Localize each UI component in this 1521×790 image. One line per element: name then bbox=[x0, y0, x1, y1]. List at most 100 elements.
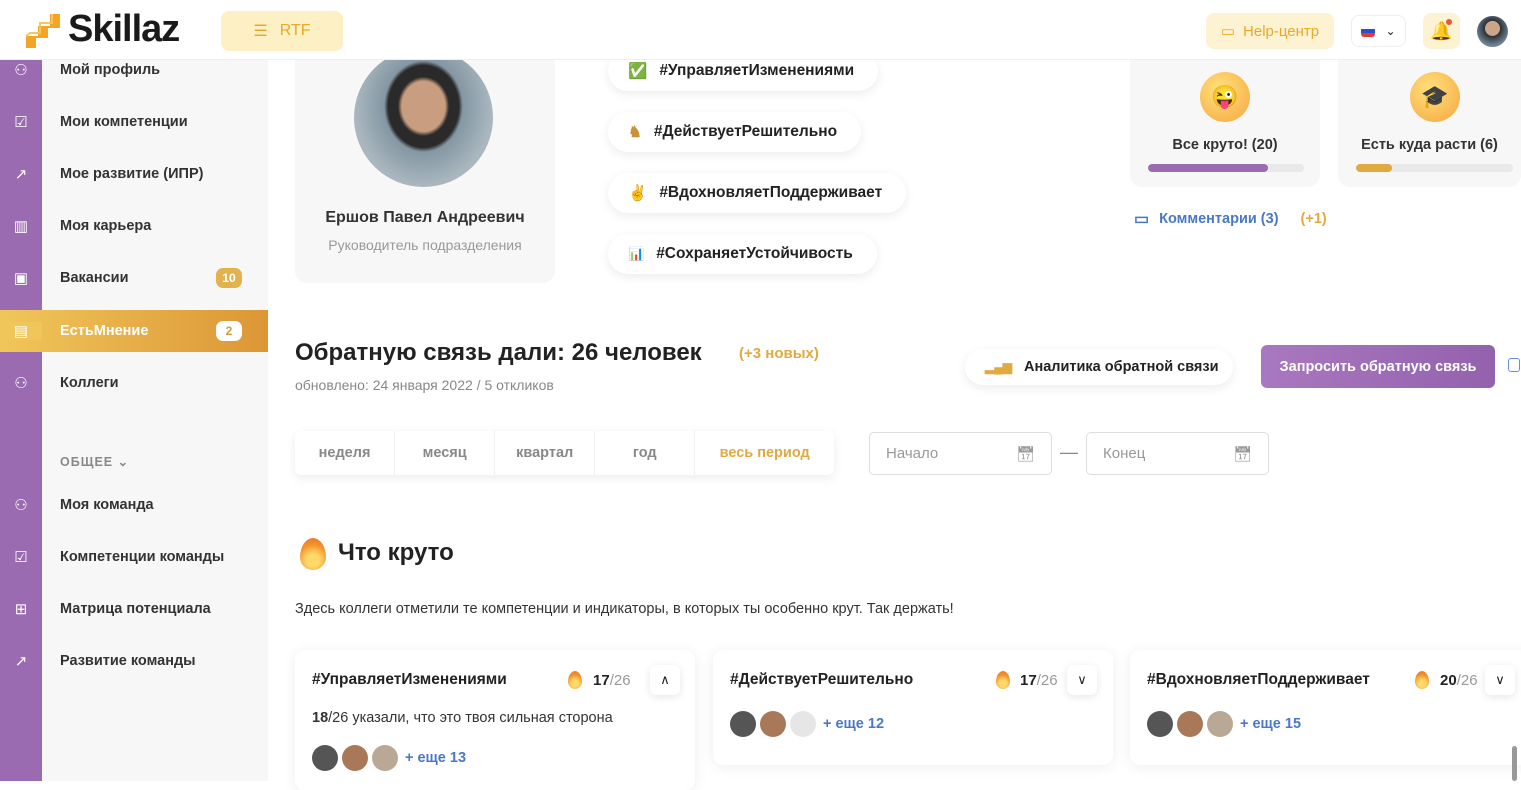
avatar bbox=[342, 745, 368, 771]
expand-button[interactable]: ∨ bbox=[1485, 665, 1515, 695]
more-link[interactable]: + еще 15 bbox=[1240, 716, 1301, 732]
card-detail: 18/26 указали, что это твоя сильная стор… bbox=[312, 710, 613, 726]
period-year[interactable]: год bbox=[595, 431, 696, 475]
card-title: #ВдохновляетПоддерживает bbox=[1147, 671, 1370, 688]
sidebar-item-vacancies[interactable]: ▣ Вакансии 10 bbox=[0, 257, 268, 299]
end-date-input[interactable]: Конец 📅︎ bbox=[1086, 432, 1269, 475]
rating-progress-bar bbox=[1148, 164, 1304, 172]
rating-label: Есть куда расти (6) bbox=[1361, 137, 1498, 153]
start-date-placeholder: Начало bbox=[886, 445, 939, 462]
help-center-button[interactable]: ▭ Help-центр bbox=[1206, 13, 1334, 49]
avatar bbox=[312, 745, 338, 771]
avatar bbox=[1147, 711, 1173, 737]
sidebar-item-label: Матрица потенциала bbox=[60, 601, 211, 617]
copy-icon[interactable] bbox=[1508, 358, 1520, 372]
avatar-group[interactable]: + еще 13 bbox=[312, 745, 466, 771]
period-week[interactable]: неделя bbox=[295, 431, 396, 475]
chat-icon: ▭ bbox=[1220, 23, 1236, 40]
chevron-up-icon: ∧ bbox=[660, 672, 670, 687]
feedback-analytics-button[interactable]: ▂▄▆ Аналитика обратной связи bbox=[965, 349, 1233, 385]
team-icon: ⚇ bbox=[14, 497, 28, 514]
profile-photo bbox=[354, 48, 493, 187]
section-common-toggle[interactable]: ОБЩЕЕ ⌄ bbox=[60, 454, 129, 469]
avatar bbox=[1177, 711, 1203, 737]
comments-new: (+1) bbox=[1300, 211, 1327, 227]
chess-emoji-icon: ♞ bbox=[628, 123, 642, 141]
sidebar-item-label: Развитие команды bbox=[60, 653, 196, 669]
sidebar-item-label: Компетенции команды bbox=[60, 549, 225, 565]
comments-label: Комментарии (3) bbox=[1159, 211, 1279, 227]
tag-label: #СохраняетУстойчивость bbox=[656, 245, 853, 262]
chart-icon: ▥ bbox=[13, 218, 29, 235]
avatar bbox=[1207, 711, 1233, 737]
trend-icon: ↗ bbox=[14, 166, 28, 183]
feedback-new-count: (+3 новых) bbox=[739, 345, 819, 362]
period-month[interactable]: месяц bbox=[395, 431, 496, 475]
avatar-placeholder bbox=[790, 711, 816, 737]
sidebar-item-my-career[interactable]: ▥ Моя карьера bbox=[0, 205, 268, 247]
avatar-group[interactable]: + еще 12 bbox=[730, 711, 884, 737]
logo-text[interactable]: Skillaz bbox=[68, 8, 180, 51]
more-link[interactable]: + еще 13 bbox=[405, 750, 466, 766]
flame-icon bbox=[568, 671, 582, 689]
sidebar-item-my-competencies[interactable]: ☑ Мои компетенции bbox=[0, 101, 268, 143]
feedback-title: Обратную связь дали: 26 человек bbox=[295, 339, 702, 366]
bar-chart-emoji-icon: 📊 bbox=[628, 246, 645, 261]
request-feedback-button[interactable]: Запросить обратную связь bbox=[1261, 345, 1495, 388]
users-icon: ⚇ bbox=[14, 375, 28, 392]
signal-bars-icon: ▂▄▆ bbox=[985, 360, 1012, 374]
flame-icon bbox=[300, 538, 326, 570]
calendar-icon: 📅︎ bbox=[1232, 445, 1252, 463]
more-link[interactable]: + еще 12 bbox=[823, 716, 884, 732]
scrollbar[interactable] bbox=[1512, 746, 1517, 781]
period-all-time[interactable]: весь период bbox=[695, 431, 834, 475]
period-quarter[interactable]: квартал bbox=[495, 431, 596, 475]
org-label: RTF bbox=[279, 22, 311, 39]
count-badge: 2 bbox=[216, 321, 242, 341]
analytics-label: Аналитика обратной связи bbox=[1023, 359, 1219, 375]
sidebar-item-team-competencies[interactable]: ☑ Компетенции команды bbox=[0, 536, 268, 578]
avatar-group[interactable]: + еще 15 bbox=[1147, 711, 1301, 737]
count-badge: 10 bbox=[216, 268, 242, 288]
comments-link[interactable]: ▭ Комментарии (3) (+1) bbox=[1134, 209, 1327, 229]
checkbox-icon: ☑ bbox=[14, 549, 28, 566]
flame-icon bbox=[1415, 671, 1429, 689]
winking-face-icon: 😜 bbox=[1200, 72, 1250, 122]
skillaz-logo-icon bbox=[25, 14, 60, 48]
flame-icon bbox=[996, 671, 1010, 689]
top-header: Skillaz ☰ RTF ▭ Help-центр ⌄ 🔔 bbox=[0, 0, 1521, 60]
sidebar-item-my-development[interactable]: ↗ Мое развитие (ИПР) bbox=[0, 153, 268, 195]
checkbox-icon: ☑ bbox=[14, 114, 28, 131]
language-select[interactable]: ⌄ bbox=[1351, 15, 1406, 47]
card-score: 17/26 bbox=[593, 672, 631, 689]
tag-label: #ВдохновляетПоддерживает bbox=[659, 184, 883, 201]
expand-button[interactable]: ∨ bbox=[1067, 665, 1097, 695]
chevron-down-icon: ⌄ bbox=[117, 455, 130, 469]
start-date-input[interactable]: Начало 📅︎ bbox=[869, 432, 1052, 475]
notifications-button[interactable]: 🔔 bbox=[1423, 13, 1460, 49]
avatar bbox=[730, 711, 756, 737]
tag-label: #УправляетИзменениями bbox=[659, 62, 855, 79]
org-switch-button[interactable]: ☰ RTF bbox=[221, 11, 343, 51]
sidebar-item-potential-matrix[interactable]: ⊞ Матрица потенциала bbox=[0, 588, 268, 630]
chevron-down-icon: ∨ bbox=[1495, 672, 1505, 687]
sidebar-item-colleagues[interactable]: ⚇ Коллеги bbox=[0, 362, 268, 404]
sidebar-item-label: Коллеги bbox=[60, 375, 119, 391]
card-score: 20/26 bbox=[1440, 672, 1478, 689]
sidebar-item-label: ЕстьМнение bbox=[60, 323, 149, 339]
feedback-updated: обновлено: 24 января 2022 / 5 откликов bbox=[295, 377, 554, 393]
date-separator: — bbox=[1060, 442, 1078, 462]
rating-progress-bar bbox=[1356, 164, 1513, 172]
avatar bbox=[760, 711, 786, 737]
sidebar-item-est-mnenie[interactable]: ▤ ЕстьМнение 2 bbox=[0, 310, 268, 352]
user-avatar[interactable] bbox=[1477, 16, 1508, 47]
section-title: Что круто bbox=[338, 539, 454, 566]
collapse-button[interactable]: ∧ bbox=[650, 665, 680, 695]
help-label: Help-центр bbox=[1243, 22, 1320, 40]
graduation-face-icon: 🎓 bbox=[1410, 72, 1460, 122]
calendar-icon: 📅︎ bbox=[1015, 445, 1035, 463]
briefcase-icon: ▣ bbox=[13, 270, 29, 287]
sidebar-item-team-development[interactable]: ↗ Развитие команды bbox=[0, 640, 268, 682]
progress-fill bbox=[1356, 164, 1393, 172]
sidebar-item-my-team[interactable]: ⚇ Моя команда bbox=[0, 484, 268, 526]
